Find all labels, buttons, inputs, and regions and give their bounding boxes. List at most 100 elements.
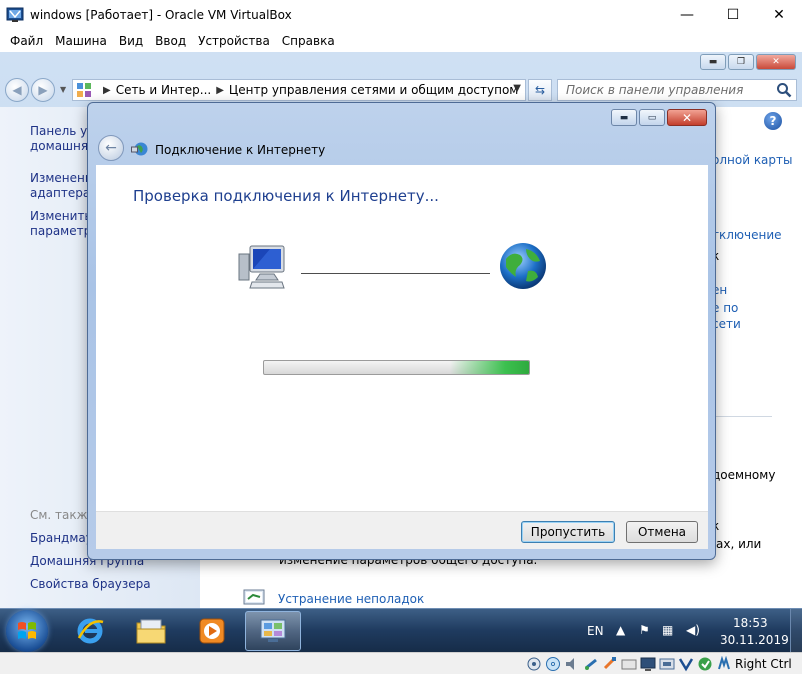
connection-line: [301, 273, 490, 274]
tray-date[interactable]: 30.11.2019: [720, 633, 789, 647]
menu-input[interactable]: Ввод: [149, 30, 192, 52]
network-tray-icon[interactable]: ▦: [662, 623, 673, 637]
forward-button[interactable]: ▶: [31, 78, 55, 102]
dialog-title: Подключение к Интернету: [155, 143, 326, 157]
explorer-navbar: ◀ ▶ ▼ ▶ Сеть и Интер... ▶ Центр управлен…: [0, 74, 802, 104]
volume-icon[interactable]: ◀): [686, 623, 700, 637]
dialog-maximize-button[interactable]: ▭: [639, 109, 665, 126]
connect-internet-dialog: ▬ ▭ ✕ ← Подключение к Интернету Проверка…: [87, 102, 716, 560]
optical-drive-icon[interactable]: [545, 656, 561, 672]
network-adapter-icon[interactable]: [583, 656, 599, 672]
sidebar-link-home[interactable]: Панель управления — домашняя страница: [30, 124, 90, 154]
right-link-fragment[interactable]: ен: [712, 283, 792, 297]
globe-icon: [500, 243, 546, 289]
video-capture-icon[interactable]: [659, 656, 675, 672]
section-divider: [712, 416, 772, 417]
connection-progress-bar: [263, 360, 530, 375]
history-dropdown-icon[interactable]: ▼: [60, 85, 66, 94]
troubleshoot-link[interactable]: Устранение неполадок: [278, 592, 424, 606]
audio-icon[interactable]: [564, 656, 580, 672]
usb-icon[interactable]: [602, 656, 618, 672]
explorer-restore-button[interactable]: ❐: [728, 54, 754, 70]
host-key-label[interactable]: Right Ctrl: [735, 657, 792, 671]
show-desktop-button[interactable]: [790, 609, 802, 652]
taskbar-media-player[interactable]: [184, 611, 240, 651]
right-link-map[interactable]: олной карты: [712, 153, 792, 167]
dialog-content: Проверка подключения к Интернету...: [96, 165, 708, 511]
sidebar-link-advanced[interactable]: Изменить дополнительные параметры: [30, 209, 90, 239]
breadcrumb-separator-icon[interactable]: ▶: [216, 85, 224, 96]
refresh-icon: ⇆: [534, 83, 546, 97]
host-caption-buttons: — ☐ ✕: [664, 0, 802, 30]
forward-arrow-icon: ▶: [38, 83, 48, 97]
guest-screen: ▬ ❐ ✕ ◀ ▶ ▼ ▶ Сеть и Интер... ▶ Центр уп…: [0, 52, 802, 652]
right-text-fragment: доемному: [712, 468, 776, 482]
dialog-minimize-button[interactable]: ▬: [611, 109, 637, 126]
taskbar-explorer[interactable]: [123, 611, 179, 651]
host-menubar: Файл Машина Вид Ввод Устройства Справка: [0, 30, 802, 52]
progress-fill: [449, 361, 529, 374]
sidebar-link-advanced-line1: Изменить дополнительные: [30, 209, 90, 223]
shared-folders-icon[interactable]: [621, 656, 637, 672]
cancel-button[interactable]: Отмена: [626, 521, 698, 543]
taskbar-ie[interactable]: [62, 611, 118, 651]
network-center-icon: [260, 619, 286, 642]
menu-file[interactable]: Файл: [4, 30, 49, 52]
action-center-flag-icon[interactable]: ⚑: [639, 623, 650, 637]
mouse-integration-icon[interactable]: [697, 656, 713, 672]
main-text-fragment: ах, или: [716, 537, 762, 551]
refresh-button[interactable]: ⇆: [528, 79, 552, 101]
tray-language[interactable]: EN: [587, 624, 604, 638]
right-link-fragment[interactable]: сети: [712, 317, 792, 331]
breadcrumb-item-network[interactable]: Сеть и Интер...: [116, 83, 212, 97]
search-placeholder: Поиск в панели управления: [566, 83, 744, 97]
skip-button[interactable]: Пропустить: [521, 521, 615, 543]
virtualization-icon[interactable]: [678, 656, 694, 672]
taskbar-network-center[interactable]: [245, 611, 301, 651]
explorer-close-button[interactable]: ✕: [756, 54, 796, 70]
back-arrow-icon: ←: [105, 140, 117, 156]
media-player-icon: [199, 618, 225, 644]
sidebar-link-adapter[interactable]: Изменение параметров адаптера: [30, 171, 90, 201]
dialog-back-button[interactable]: ←: [98, 135, 124, 161]
dialog-close-button[interactable]: ✕: [667, 109, 707, 126]
sidebar-link-home-line2: домашняя страница: [30, 139, 90, 153]
menu-view[interactable]: Вид: [113, 30, 149, 52]
explorer-caption-buttons: ▬ ❐ ✕: [700, 54, 796, 70]
virtualbox-app-icon[interactable]: [6, 6, 24, 24]
right-link-disconnect[interactable]: тключение: [712, 228, 792, 242]
explorer-minimize-button[interactable]: ▬: [700, 54, 726, 70]
back-arrow-icon: ◀: [12, 83, 22, 97]
address-dropdown-icon[interactable]: ▼: [513, 83, 521, 94]
tray-time[interactable]: 18:53: [733, 616, 768, 630]
troubleshoot-icon: [243, 589, 265, 605]
tray-expand-icon[interactable]: ▲: [616, 623, 625, 637]
windows-logo-icon: [18, 622, 36, 639]
host-minimize-button[interactable]: —: [664, 0, 710, 30]
address-bar[interactable]: ▶ Сеть и Интер... ▶ Центр управления сет…: [72, 79, 526, 101]
right-link-fragment[interactable]: е по: [712, 301, 792, 315]
sidebar-link-browser-props[interactable]: Свойства браузера: [30, 577, 151, 591]
right-text-fragment: к: [712, 519, 792, 533]
right-text-fragment: к: [712, 249, 792, 263]
hard-disk-icon[interactable]: [526, 656, 542, 672]
keyboard-capture-icon[interactable]: [716, 656, 732, 672]
host-maximize-button[interactable]: ☐: [710, 0, 756, 30]
menu-machine[interactable]: Машина: [49, 30, 113, 52]
host-close-button[interactable]: ✕: [756, 0, 802, 30]
menu-devices[interactable]: Устройства: [192, 30, 276, 52]
host-titlebar: windows [Работает] - Oracle VM VirtualBo…: [0, 0, 802, 30]
breadcrumb-separator-icon: ▶: [103, 84, 111, 96]
help-icon[interactable]: ?: [764, 112, 782, 130]
menu-help[interactable]: Справка: [276, 30, 341, 52]
sidebar-link-home-line1: Панель управления —: [30, 124, 90, 138]
host-window-title: windows [Работает] - Oracle VM VirtualBo…: [30, 8, 292, 22]
breadcrumb-item-network-center[interactable]: Центр управления сетями и общим доступом: [229, 83, 518, 97]
taskbar: EN ▲ ⚑ ▦ ◀) 18:53 30.11.2019: [0, 608, 802, 652]
start-button[interactable]: [6, 610, 48, 652]
back-button[interactable]: ◀: [5, 78, 29, 102]
search-icon[interactable]: [776, 82, 792, 98]
vbox-status-bar: Right Ctrl: [0, 652, 802, 674]
display-icon[interactable]: [640, 656, 656, 672]
search-input[interactable]: Поиск в панели управления: [557, 79, 797, 101]
